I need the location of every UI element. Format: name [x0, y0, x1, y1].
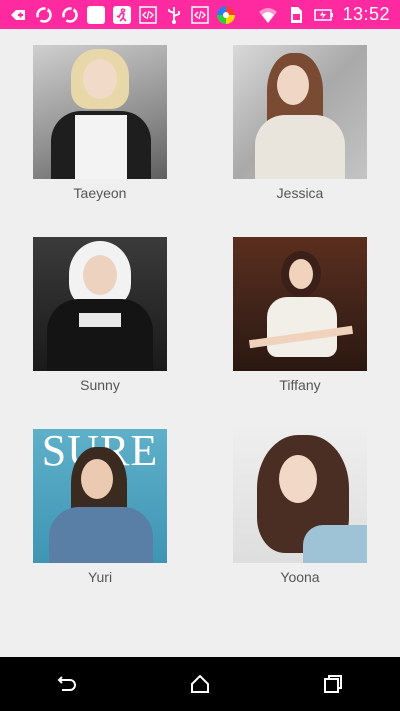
- code-icon: [190, 5, 210, 25]
- add-icon: [8, 5, 28, 25]
- color-wheel-icon: [216, 5, 236, 25]
- status-bar: 13:52: [0, 0, 400, 29]
- sync-icon: [60, 5, 80, 25]
- navigation-bar: [0, 657, 400, 711]
- recents-button[interactable]: [308, 659, 358, 709]
- member-name: Jessica: [276, 185, 324, 201]
- member-name: Yuri: [87, 569, 113, 585]
- grid-item-tiffany[interactable]: Tiffany: [233, 237, 367, 393]
- run-icon: [112, 5, 132, 25]
- member-photo[interactable]: [233, 237, 367, 371]
- back-icon: [57, 676, 76, 691]
- sync-icon: [34, 5, 54, 25]
- usb-icon: [164, 5, 184, 25]
- wifi-icon: [258, 5, 278, 25]
- member-name: Tiffany: [279, 377, 321, 393]
- status-bar-system-icons: 13:52: [258, 4, 400, 25]
- grid-item-taeyeon[interactable]: Taeyeon: [33, 45, 167, 201]
- home-button[interactable]: [175, 659, 225, 709]
- home-icon: [190, 674, 209, 693]
- member-photo[interactable]: [233, 45, 367, 179]
- grid-item-yoona[interactable]: Yoona: [233, 429, 367, 585]
- grid-item-yuri[interactable]: SURE Yuri: [33, 429, 167, 585]
- member-name: Yoona: [280, 569, 320, 585]
- member-photo[interactable]: SURE: [33, 429, 167, 563]
- recents-icon: [324, 675, 343, 693]
- status-bar-notification-icons: [0, 5, 236, 25]
- member-name: Sunny: [80, 377, 120, 393]
- member-photo[interactable]: [33, 45, 167, 179]
- grid-item-sunny[interactable]: Sunny: [33, 237, 167, 393]
- member-name: Taeyeon: [73, 185, 127, 201]
- code-icon: [138, 5, 158, 25]
- member-grid: Taeyeon Jessica Sunny Tiffany Yuri Yoona: [0, 29, 400, 657]
- sim-icon: [286, 5, 306, 25]
- member-photo[interactable]: [33, 237, 167, 371]
- grid-item-jessica[interactable]: Jessica: [233, 45, 367, 201]
- status-bar-time: 13:52: [342, 4, 390, 24]
- member-photo[interactable]: [233, 429, 367, 563]
- back-button[interactable]: [42, 659, 92, 709]
- blank-app-icon: [86, 5, 106, 25]
- battery-charging-icon: [314, 5, 334, 25]
